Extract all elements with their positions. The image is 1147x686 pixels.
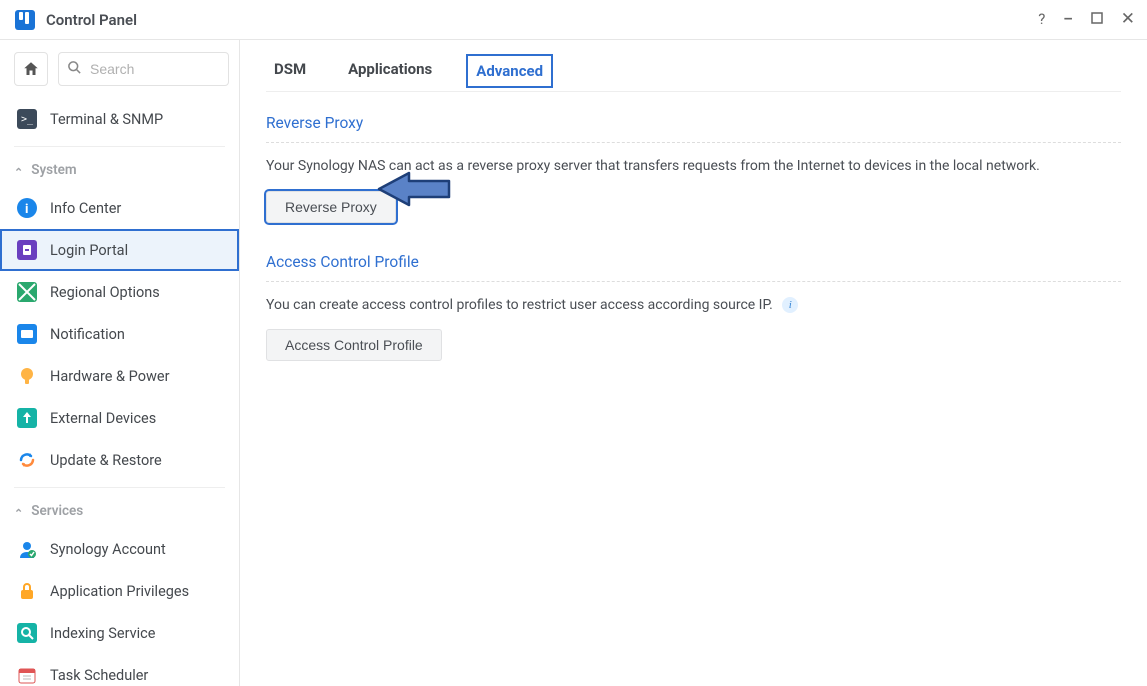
tab-dsm[interactable]: DSM xyxy=(266,54,314,84)
window-controls: ? – ✕ xyxy=(1038,11,1135,28)
reverse-proxy-button[interactable]: Reverse Proxy xyxy=(266,191,396,223)
sidebar-item-label: Task Scheduler xyxy=(50,667,148,684)
divider xyxy=(14,487,225,488)
lock-icon xyxy=(16,580,38,602)
chevron-up-icon xyxy=(14,162,23,178)
tab-applications[interactable]: Applications xyxy=(340,54,440,84)
access-control-profile-button[interactable]: Access Control Profile xyxy=(266,329,442,361)
sidebar-item-hardware-power[interactable]: Hardware & Power xyxy=(0,355,239,397)
sidebar-item-label: Indexing Service xyxy=(50,625,155,642)
info-icon[interactable]: i xyxy=(782,297,798,313)
sidebar-item-indexing-service[interactable]: Indexing Service xyxy=(0,612,239,654)
sidebar-item-terminal-snmp[interactable]: >_ Terminal & SNMP xyxy=(0,98,239,140)
search-input[interactable] xyxy=(88,60,220,78)
sidebar-item-label: Application Privileges xyxy=(50,583,189,600)
chevron-up-icon xyxy=(14,503,23,519)
section-label: System xyxy=(31,162,76,178)
sidebar-item-task-scheduler[interactable]: Task Scheduler xyxy=(0,654,239,686)
sidebar-item-update-restore[interactable]: Update & Restore xyxy=(0,439,239,481)
tabs: DSM Applications Advanced xyxy=(266,40,1121,92)
upload-icon xyxy=(16,407,38,429)
sidebar-item-label: External Devices xyxy=(50,410,156,427)
sidebar-item-label: Hardware & Power xyxy=(50,368,169,385)
globe-icon xyxy=(16,281,38,303)
help-icon[interactable]: ? xyxy=(1038,12,1045,27)
sidebar-item-label: Synology Account xyxy=(50,541,166,558)
sidebar-item-label: Update & Restore xyxy=(50,452,162,469)
maximize-icon[interactable] xyxy=(1091,12,1103,27)
search-box[interactable] xyxy=(58,52,229,86)
home-button[interactable] xyxy=(14,52,48,86)
section-header-services[interactable]: Services xyxy=(0,494,239,528)
sidebar-item-label: Notification xyxy=(50,326,125,343)
divider xyxy=(266,142,1121,143)
sidebar-item-login-portal[interactable]: Login Portal xyxy=(0,229,239,271)
section-title-reverse-proxy: Reverse Proxy xyxy=(266,114,1121,132)
sidebar-item-info-center[interactable]: i Info Center xyxy=(0,187,239,229)
divider xyxy=(266,281,1121,282)
tab-advanced[interactable]: Advanced xyxy=(466,54,553,88)
sidebar: >_ Terminal & SNMP System i Info Center … xyxy=(0,40,240,686)
svg-text:>_: >_ xyxy=(21,114,34,125)
sidebar-item-regional[interactable]: Regional Options xyxy=(0,271,239,313)
sidebar-item-external-devices[interactable]: External Devices xyxy=(0,397,239,439)
content-area: DSM Applications Advanced Reverse Proxy … xyxy=(240,40,1147,686)
close-icon[interactable]: ✕ xyxy=(1121,11,1135,28)
sidebar-item-app-privileges[interactable]: Application Privileges xyxy=(0,570,239,612)
search-doc-icon xyxy=(16,622,38,644)
divider xyxy=(14,146,225,147)
sidebar-item-synology-account[interactable]: Synology Account xyxy=(0,528,239,570)
sidebar-item-notification[interactable]: Notification xyxy=(0,313,239,355)
window-title: Control Panel xyxy=(46,11,1038,29)
section-title-acp: Access Control Profile xyxy=(266,253,1121,271)
sidebar-item-label: Info Center xyxy=(50,200,121,217)
sidebar-item-label: Login Portal xyxy=(50,242,128,259)
section-desc-acp: You can create access control profiles t… xyxy=(266,296,1121,316)
search-icon xyxy=(67,60,82,79)
info-icon: i xyxy=(16,197,38,219)
portal-icon xyxy=(16,239,38,261)
section-header-system[interactable]: System xyxy=(0,153,239,187)
refresh-icon xyxy=(16,449,38,471)
titlebar: Control Panel ? – ✕ xyxy=(0,0,1147,40)
app-icon xyxy=(14,9,36,31)
bell-icon xyxy=(16,323,38,345)
bulb-icon xyxy=(16,365,38,387)
minimize-icon[interactable]: – xyxy=(1063,12,1072,27)
section-desc-reverse-proxy: Your Synology NAS can act as a reverse p… xyxy=(266,157,1121,177)
person-icon xyxy=(16,538,38,560)
calendar-icon xyxy=(16,664,38,686)
svg-text:i: i xyxy=(25,202,28,217)
section-label: Services xyxy=(31,503,83,519)
sidebar-item-label: Regional Options xyxy=(50,284,160,301)
terminal-icon: >_ xyxy=(16,108,38,130)
sidebar-item-label: Terminal & SNMP xyxy=(50,111,163,128)
